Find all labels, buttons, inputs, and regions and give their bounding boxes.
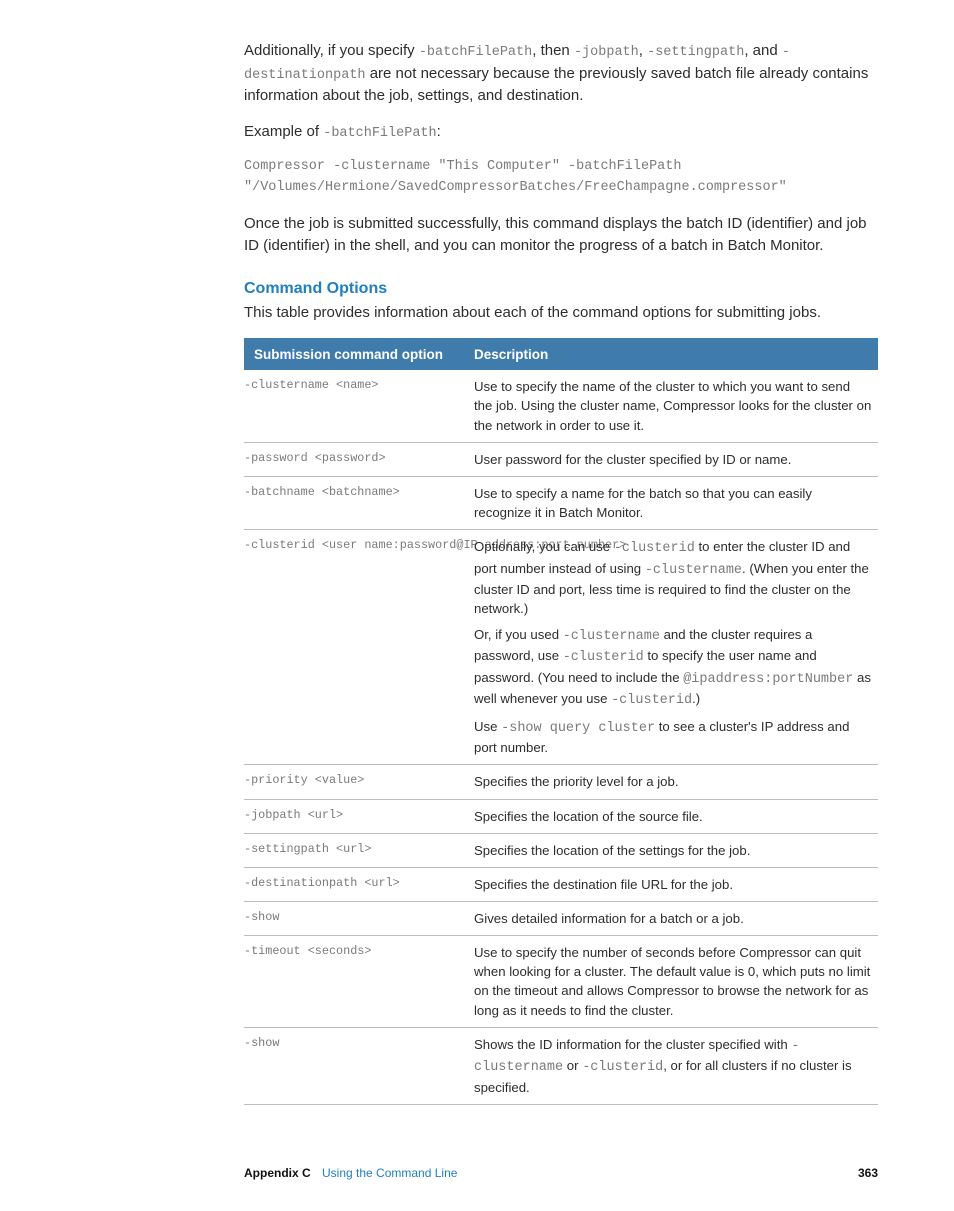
table-header-description: Description bbox=[464, 338, 878, 371]
table-row: -clusterid <user name:password@IP addres… bbox=[244, 530, 878, 765]
text: , then bbox=[532, 42, 574, 59]
code-example: Compressor -clustername "This Computer" … bbox=[244, 157, 878, 199]
table-row: -jobpath <url> Specifies the location of … bbox=[244, 799, 878, 833]
table-row: -clustername <name>Use to specify the na… bbox=[244, 370, 878, 442]
text: .) bbox=[692, 691, 700, 706]
text: Use bbox=[474, 719, 501, 734]
table-row: -show Gives detailed information for a ba… bbox=[244, 902, 878, 936]
paragraph-submission-result: Once the job is submitted successfully, … bbox=[244, 213, 878, 257]
code-span: @ipaddress:portNumber bbox=[683, 672, 853, 687]
text: Example of bbox=[244, 123, 323, 140]
code-span: -clustername bbox=[645, 563, 742, 578]
table-cell-description: Optionally, you can use -clusterid to en… bbox=[464, 530, 878, 765]
paragraph-example-label: Example of -batchFilePath: bbox=[244, 121, 878, 144]
text: Shows the ID information for the cluster… bbox=[474, 1037, 791, 1052]
table-cell-paragraph: Use to specify a name for the batch so t… bbox=[474, 484, 872, 522]
table-row: -batchname <batchname> Use to specify a n… bbox=[244, 476, 878, 529]
page-footer: Appendix C Using the Command Line 363 bbox=[244, 1165, 878, 1182]
code-span: -clusterid bbox=[614, 541, 695, 556]
table-cell-paragraph: Shows the ID information for the cluster… bbox=[474, 1035, 872, 1097]
table-cell-description: User password for the cluster specified … bbox=[464, 442, 878, 476]
table-cell-option: -clustername <name> bbox=[244, 370, 464, 442]
table-row: -show Shows the ID information for the cl… bbox=[244, 1027, 878, 1104]
code-span: -settingpath bbox=[647, 45, 744, 60]
table-cell-description: Specifies the location of the settings f… bbox=[464, 833, 878, 867]
table-cell-option: -jobpath <url> bbox=[244, 799, 464, 833]
code-span: -clusterid bbox=[582, 1060, 663, 1075]
footer-page-number: 363 bbox=[858, 1165, 878, 1182]
table-cell-option: -show bbox=[244, 1027, 464, 1104]
table-cell-option: -clusterid <user name:password@IP addres… bbox=[244, 530, 464, 765]
code-span: -clusterid bbox=[563, 650, 644, 665]
text: Additionally, if you specify bbox=[244, 42, 419, 59]
paragraph-section-intro: This table provides information about ea… bbox=[244, 302, 878, 324]
table-cell-option: -destinationpath <url> bbox=[244, 867, 464, 901]
table-cell-option: -priority <value> bbox=[244, 765, 464, 799]
table-cell-paragraph: Or, if you used -clustername and the clu… bbox=[474, 625, 872, 711]
table-row: -password <password> User password for th… bbox=[244, 442, 878, 476]
table-header-option: Submission command option bbox=[244, 338, 464, 371]
text: , bbox=[639, 42, 647, 59]
table-cell-description: Use to specify a name for the batch so t… bbox=[464, 476, 878, 529]
table-row: -destinationpath <url> Specifies the dest… bbox=[244, 867, 878, 901]
table-row: -timeout <seconds>Use to specify the num… bbox=[244, 936, 878, 1028]
text: Or, if you used bbox=[474, 627, 563, 642]
table-cell-paragraph: Optionally, you can use -clusterid to en… bbox=[474, 537, 872, 618]
code-span: -clusterid bbox=[611, 693, 692, 708]
table-cell-paragraph: Specifies the location of the settings f… bbox=[474, 841, 872, 860]
table-cell-option: -timeout <seconds> bbox=[244, 936, 464, 1028]
table-cell-option: -show bbox=[244, 902, 464, 936]
code-span: -jobpath bbox=[574, 45, 639, 60]
table-cell-paragraph: Specifies the destination file URL for t… bbox=[474, 875, 872, 894]
text: , and bbox=[744, 42, 782, 59]
footer-appendix: Appendix C bbox=[244, 1166, 311, 1180]
code-span: -show query cluster bbox=[501, 721, 655, 736]
table-cell-description: Use to specify the name of the cluster t… bbox=[464, 370, 878, 442]
table-cell-description: Shows the ID information for the cluster… bbox=[464, 1027, 878, 1104]
table-cell-description: Gives detailed information for a batch o… bbox=[464, 902, 878, 936]
text: Optionally, you can use bbox=[474, 539, 614, 554]
table-cell-description: Specifies the location of the source fil… bbox=[464, 799, 878, 833]
table-cell-paragraph: Use to specify the number of seconds bef… bbox=[474, 943, 872, 1020]
paragraph-batchfilepath-note: Additionally, if you specify -batchFileP… bbox=[244, 40, 878, 107]
code-span: -batchFilePath bbox=[419, 45, 532, 60]
code-span: -batchFilePath bbox=[323, 126, 436, 141]
code-span: -clustername bbox=[563, 629, 660, 644]
table-cell-option: -batchname <batchname> bbox=[244, 476, 464, 529]
table-cell-paragraph: Use -show query cluster to see a cluster… bbox=[474, 717, 872, 758]
table-row: -settingpath <url> Specifies the location… bbox=[244, 833, 878, 867]
table-cell-paragraph: Use to specify the name of the cluster t… bbox=[474, 377, 872, 434]
table-cell-description: Specifies the priority level for a job. bbox=[464, 765, 878, 799]
table-cell-option: -settingpath <url> bbox=[244, 833, 464, 867]
table-cell-paragraph: User password for the cluster specified … bbox=[474, 450, 872, 469]
table-row: -priority <value> Specifies the priority … bbox=[244, 765, 878, 799]
table-cell-paragraph: Gives detailed information for a batch o… bbox=[474, 909, 872, 928]
command-options-table: Submission command option Description -c… bbox=[244, 338, 878, 1105]
table-cell-paragraph: Specifies the location of the source fil… bbox=[474, 807, 872, 826]
table-cell-description: Specifies the destination file URL for t… bbox=[464, 867, 878, 901]
text: or bbox=[563, 1058, 582, 1073]
table-cell-option: -password <password> bbox=[244, 442, 464, 476]
text: : bbox=[437, 123, 441, 140]
table-cell-paragraph: Specifies the priority level for a job. bbox=[474, 772, 872, 791]
table-cell-description: Use to specify the number of seconds bef… bbox=[464, 936, 878, 1028]
section-heading-command-options: Command Options bbox=[244, 277, 878, 300]
footer-chapter: Using the Command Line bbox=[322, 1166, 457, 1180]
